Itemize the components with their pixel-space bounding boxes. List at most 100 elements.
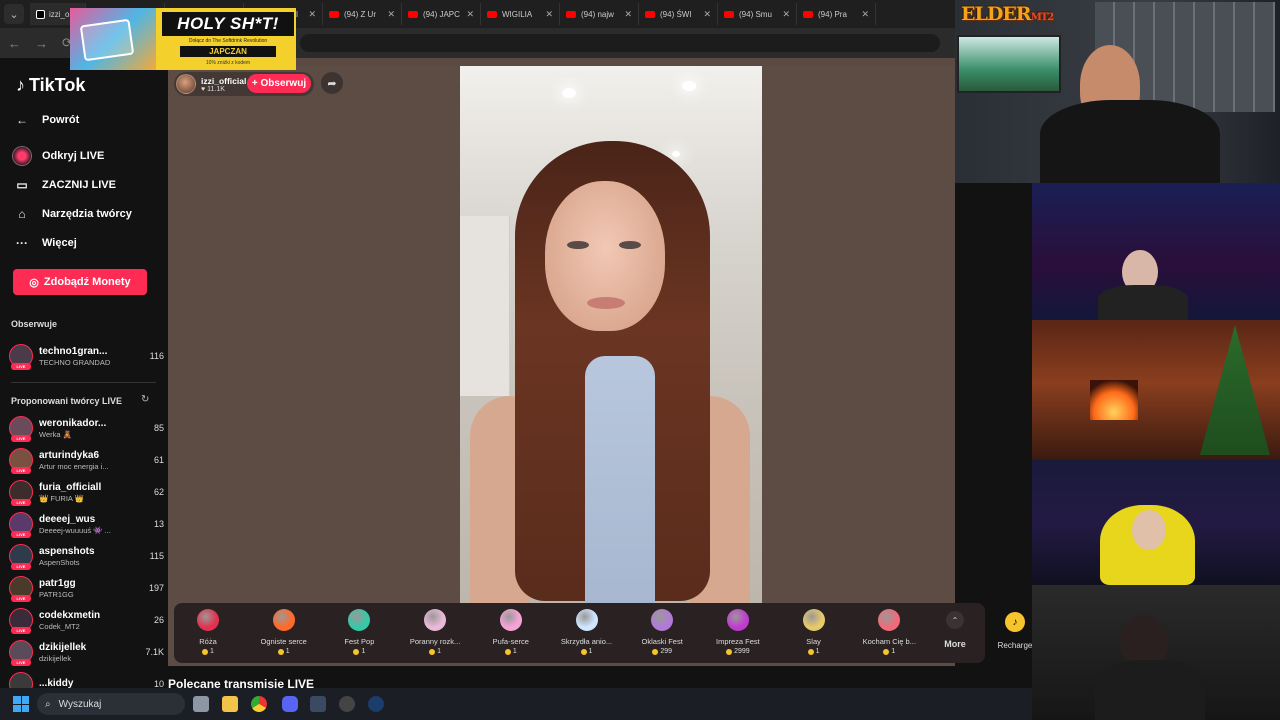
gift-item[interactable]: Oklaski Fest 299 (627, 606, 697, 662)
back-arrow-icon[interactable]: ← (8, 36, 21, 51)
close-tab-icon[interactable]: ✕ (541, 9, 553, 20)
gift-item[interactable]: Kocham Cię b... 1 (854, 606, 924, 662)
gift-item[interactable]: Fest Pop 1 (324, 606, 394, 662)
live-account-item[interactable]: LIVE furia_officiall 👑 FURIA 👑 62 (9, 477, 164, 507)
channel-logo: ELDERMT2 (961, 3, 1054, 25)
gift-icon (651, 609, 674, 631)
coin-icon: ◎ (29, 276, 39, 289)
recharge-button[interactable]: ♪ Recharge (993, 612, 1037, 650)
eye (619, 241, 641, 249)
refresh-icon[interactable]: ↻ (141, 394, 149, 405)
file-explorer-icon[interactable] (222, 696, 238, 712)
browser-tab[interactable]: (94) ŚWI ✕ (639, 3, 718, 25)
account-name: furia_officiall (39, 481, 102, 493)
live-badge: LIVE (11, 659, 31, 666)
coin-icon (504, 648, 511, 655)
live-video[interactable] (460, 66, 762, 603)
browser-tab[interactable]: (94) Pra ✕ (797, 3, 876, 25)
browser-tab[interactable]: WIGILIA ✕ (481, 3, 560, 25)
close-tab-icon[interactable]: ✕ (857, 9, 869, 20)
live-account-item[interactable]: LIVE aspenshots AspenShots 115 (9, 541, 164, 571)
app-icon[interactable] (310, 696, 326, 712)
gift-price: 1 (891, 648, 896, 655)
browser-tab[interactable]: (94) Smu ✕ (718, 3, 797, 25)
gift-name: Kocham Cię b... (862, 637, 916, 646)
browser-tab[interactable]: (94) najw ✕ (560, 3, 639, 25)
live-account-item[interactable]: LIVE dzikijellek dzikijellek 7.1K (9, 637, 164, 667)
nav-creator-tools[interactable]: ⌂ Narzędzia twórcy (12, 207, 132, 221)
tab-label: (94) ŚWI (660, 9, 692, 19)
nav-more[interactable]: ··· Więcej (12, 236, 77, 250)
live-account-item[interactable]: LIVE deeeej_wus Deeeej-wuuuuś 👾 ... 13 (9, 509, 164, 539)
close-tab-icon[interactable]: ✕ (462, 9, 474, 20)
nav-discover-live[interactable]: Odkryj LIVE (12, 146, 104, 166)
live-account-item[interactable]: LIVE techno1gran... TECHNO GRANDAD 116 (9, 341, 164, 371)
windows-start-icon[interactable] (13, 696, 29, 712)
address-bar[interactable] (300, 34, 940, 52)
share-icon[interactable]: ➦ (321, 72, 343, 94)
chrome-icon[interactable] (251, 696, 267, 712)
close-tab-icon[interactable]: ✕ (620, 9, 632, 20)
gift-item[interactable]: Pufa-serce 1 (476, 606, 546, 662)
live-badge: LIVE (11, 467, 31, 474)
viewer-count: 85 (153, 423, 164, 433)
gift-icon (197, 609, 219, 631)
host-avatar[interactable] (176, 74, 196, 94)
nav-label: Więcej (42, 237, 77, 249)
gift-item[interactable]: Skrzydła anio... 1 (552, 606, 622, 662)
gift-item[interactable]: Slay 1 (779, 606, 849, 662)
live-account-item[interactable]: LIVE arturindyka6 Artur moc energia i... 61 (9, 445, 164, 475)
task-view-icon[interactable] (193, 696, 209, 712)
gift-name: Fest Pop (344, 637, 375, 646)
taskbar-search[interactable]: ⌕ Wyszukaj (37, 693, 185, 715)
account-name: ...kiddy (39, 678, 74, 688)
streamer-shirt (1040, 100, 1220, 185)
host-name[interactable]: izzi_official (201, 76, 246, 86)
browser-tab[interactable]: (94) Z Ur ✕ (323, 3, 402, 25)
live-account-item[interactable]: LIVE patr1gg PATR1GG 197 (9, 573, 164, 603)
gift-price: 1 (512, 648, 517, 655)
gift-item[interactable]: Róża 1 (173, 606, 243, 662)
tab-label: (94) Z Ur (344, 9, 376, 19)
account-name: codekxmetin (39, 609, 101, 621)
close-tab-icon[interactable]: ✕ (699, 9, 711, 20)
gift-item[interactable]: Poranny rozk... 1 (400, 606, 470, 662)
gift-icon (802, 609, 825, 631)
get-coins-label: Zdobądź Monety (43, 276, 131, 288)
ceiling-light (682, 81, 696, 91)
tiktok-logo[interactable]: ♪ TikTok (16, 75, 85, 96)
obs-icon[interactable] (339, 696, 355, 712)
tab-label: WIGILIA (502, 9, 533, 19)
more-gifts-button[interactable]: ⌃ More (940, 611, 970, 661)
tab-search-button[interactable]: ⌄ (4, 4, 24, 24)
account-name: deeeej_wus (39, 513, 96, 525)
forward-arrow-icon[interactable]: → (35, 36, 48, 51)
coin-icon (429, 648, 436, 655)
recharge-label: Recharge (997, 641, 1033, 650)
steam-icon[interactable] (368, 696, 384, 712)
camera-icon: ▭ (16, 178, 28, 192)
close-tab-icon[interactable]: ✕ (304, 9, 316, 20)
avatar: LIVE (9, 640, 33, 666)
promo-brand: JAPCZAN (180, 46, 276, 57)
browser-tab[interactable]: (94) JAPC ✕ (402, 3, 481, 25)
live-account-item[interactable]: LIVE codekxmetin Codek_MT2 26 (9, 605, 164, 635)
gift-item[interactable]: Ogniste serce 1 (249, 606, 319, 662)
nav-start-live[interactable]: ▭ ZACZNIJ LIVE (12, 178, 116, 192)
account-subtitle: Codek_MT2 (39, 621, 80, 631)
back-link[interactable]: ← Powrót (12, 113, 79, 127)
account-subtitle: Werka 🧸 (39, 429, 72, 439)
get-coins-button[interactable]: ◎ Zdobądź Monety (13, 269, 147, 295)
coin-icon (726, 648, 733, 655)
live-account-item[interactable]: LIVE weronikador... Werka 🧸 85 (9, 413, 164, 443)
discord-icon[interactable] (282, 696, 298, 712)
tab-label: (94) najw (581, 9, 614, 19)
live-account-item[interactable]: LIVE ...kiddy 10 (9, 669, 164, 688)
home-icon: ⌂ (18, 207, 26, 221)
gift-item[interactable]: Impreza Fest 2999 (703, 606, 773, 662)
account-subtitle: PATR1GG (39, 589, 74, 599)
close-tab-icon[interactable]: ✕ (383, 9, 395, 20)
close-tab-icon[interactable]: ✕ (778, 9, 790, 20)
follow-button[interactable]: + Obserwuj (247, 74, 311, 93)
search-icon: ⌕ (45, 698, 51, 710)
